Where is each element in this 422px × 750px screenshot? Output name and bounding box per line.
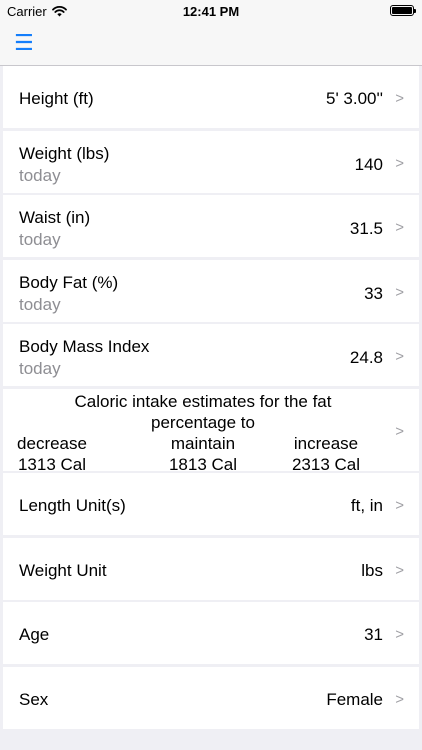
waist-value: 31.5 — [349, 219, 383, 238]
sex-value: Female — [326, 689, 383, 709]
chevron-right-icon: > — [395, 422, 404, 440]
bmi-date: today — [19, 359, 61, 378]
waist-date: today — [19, 230, 61, 249]
status-bar: Carrier 12:41 PM — [0, 0, 422, 22]
caloric-increase: increase 2313 Cal — [266, 433, 386, 475]
navigation-bar: ☰ — [0, 22, 422, 66]
caloric-increase-label: increase — [293, 433, 359, 453]
row-waist[interactable]: Waist (in) today 31.5 > — [3, 195, 419, 257]
age-label: Age — [19, 625, 50, 644]
body-fat-value: 33 — [364, 283, 383, 303]
height-value: 5' 3.00'' — [325, 89, 383, 108]
chevron-right-icon: > — [395, 626, 404, 643]
caloric-maintain-value: 1813 Cal — [168, 454, 238, 474]
weight-unit-value: lbs — [361, 560, 383, 580]
chevron-right-icon: > — [395, 497, 404, 514]
chevron-right-icon: > — [395, 90, 404, 107]
row-body-fat[interactable]: Body Fat (%) today 33 > — [3, 259, 419, 322]
waist-label: Waist (in) — [19, 208, 91, 227]
caloric-decrease: decrease 1313 Cal — [0, 433, 112, 475]
row-weight[interactable]: Weight (lbs) today 140 > — [3, 130, 419, 193]
chevron-right-icon: > — [395, 154, 404, 172]
age-value: 31 — [364, 625, 383, 644]
length-unit-label: Length Unit(s) — [19, 496, 126, 515]
body-fat-label: Body Fat (%) — [19, 272, 119, 292]
caloric-decrease-value: 1313 Cal — [17, 454, 87, 474]
weight-label: Weight (lbs) — [19, 143, 110, 163]
menu-icon[interactable]: ☰ — [14, 30, 34, 56]
battery-icon — [390, 5, 416, 16]
caloric-maintain: maintain 1813 Cal — [143, 433, 263, 475]
caloric-decrease-label: decrease — [17, 433, 87, 453]
status-time: 12:41 PM — [182, 4, 240, 19]
chevron-right-icon: > — [395, 561, 404, 579]
bmi-value: 24.8 — [349, 348, 383, 367]
weight-value: 140 — [354, 154, 383, 174]
row-caloric-intake[interactable]: Caloric intake estimates for the fat per… — [3, 388, 419, 474]
sex-label: Sex — [19, 689, 49, 709]
height-label: Height (ft) — [19, 89, 94, 108]
row-height[interactable]: Height (ft) 5' 3.00'' > — [3, 66, 419, 128]
profile-list: Height (ft) 5' 3.00'' > Weight (lbs) tod… — [3, 66, 419, 731]
weight-unit-label: Weight Unit — [19, 560, 107, 580]
chevron-right-icon: > — [395, 690, 404, 708]
row-bmi[interactable]: Body Mass Index today 24.8 > — [3, 324, 419, 386]
body-fat-date: today — [19, 294, 61, 314]
row-length-unit[interactable]: Length Unit(s) ft, in > — [3, 473, 419, 535]
row-weight-unit[interactable]: Weight Unit lbs > — [3, 537, 419, 600]
caloric-maintain-label: maintain — [170, 433, 236, 453]
caloric-title: Caloric intake estimates for the fat per… — [74, 391, 332, 432]
caloric-increase-value: 2313 Cal — [291, 454, 361, 474]
chevron-right-icon: > — [395, 348, 404, 365]
chevron-right-icon: > — [395, 219, 404, 236]
row-sex[interactable]: Sex Female > — [3, 666, 419, 729]
chevron-right-icon: > — [395, 283, 404, 301]
weight-date: today — [19, 165, 61, 185]
length-unit-value: ft, in — [350, 496, 383, 515]
bmi-label: Body Mass Index — [19, 337, 150, 356]
row-age[interactable]: Age 31 > — [3, 602, 419, 664]
